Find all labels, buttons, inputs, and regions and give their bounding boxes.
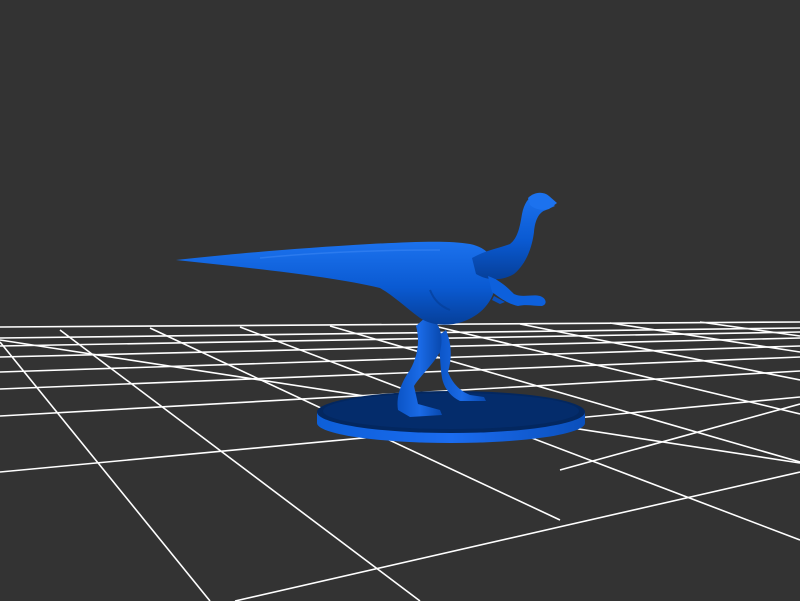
model-base[interactable] [317,391,585,443]
ground-grid [0,321,800,601]
dinosaur-model[interactable] [176,192,557,417]
3d-viewport[interactable] [0,0,800,601]
scene-canvas[interactable] [0,0,800,601]
